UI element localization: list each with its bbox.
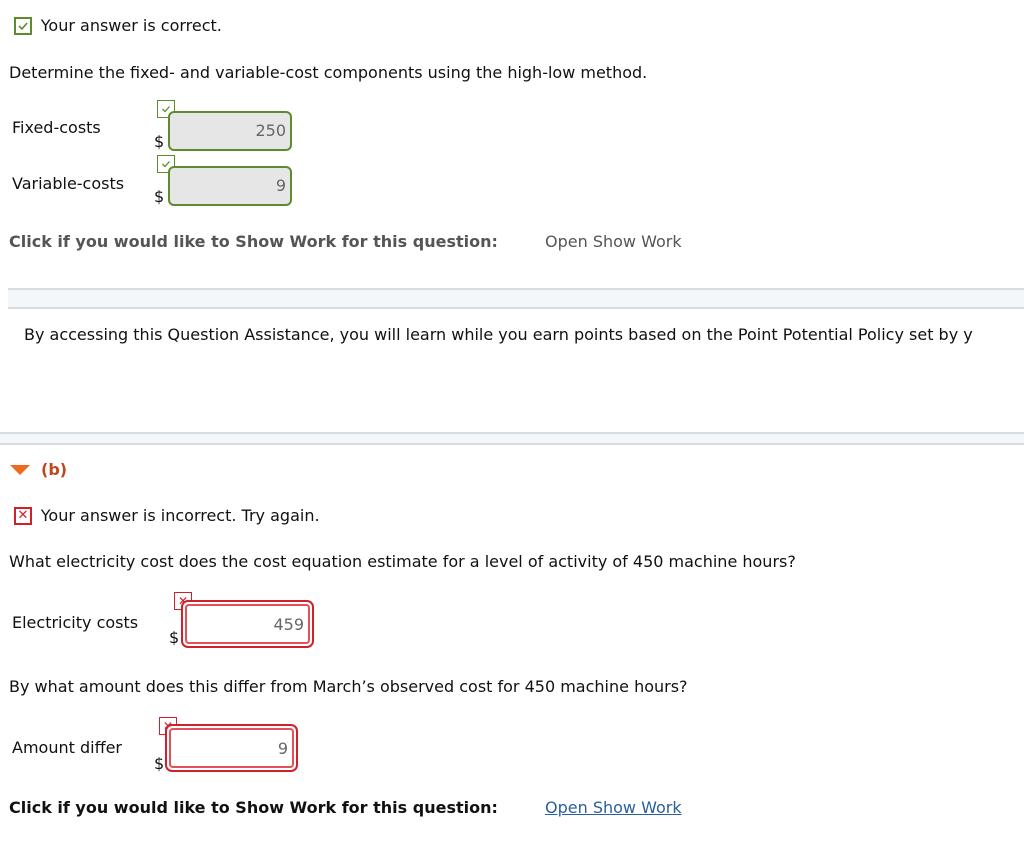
assistance-bar <box>8 288 1024 309</box>
variable-costs-label: Variable-costs <box>12 174 125 193</box>
amount-differ-input[interactable]: 9 <box>169 728 294 768</box>
electricity-costs-field: 459 <box>181 600 314 648</box>
variable-costs-input[interactable]: 9 <box>168 166 292 206</box>
question-text-b1: What electricity cost does the cost equa… <box>9 552 796 571</box>
show-work-prompt-b: Click if you would like to Show Work for… <box>9 798 498 817</box>
electricity-costs-label: Electricity costs <box>12 613 139 632</box>
correct-status-text: Your answer is correct. <box>40 16 222 35</box>
check-icon <box>14 16 32 35</box>
fixed-costs-label: Fixed-costs <box>12 118 101 137</box>
currency-symbol: $ <box>154 187 165 206</box>
amount-differ-field: 9 <box>165 724 298 772</box>
open-show-work-link-a[interactable]: Open Show Work <box>545 232 682 251</box>
collapse-triangle-icon <box>10 464 30 475</box>
electricity-costs-input[interactable]: 459 <box>185 604 310 644</box>
assistance-text: By accessing this Question Assistance, y… <box>24 325 973 344</box>
fixed-costs-input[interactable]: 250 <box>168 111 292 151</box>
part-b-label: (b) <box>41 460 68 479</box>
currency-symbol: $ <box>154 754 165 773</box>
currency-symbol: $ <box>169 628 180 647</box>
question-text-a: Determine the fixed- and variable-cost c… <box>9 63 648 82</box>
show-work-prompt-a: Click if you would like to Show Work for… <box>9 232 498 251</box>
amount-differ-label: Amount differ <box>12 738 123 757</box>
open-show-work-link-b[interactable]: Open Show Work <box>545 798 682 817</box>
x-icon: ✕ <box>14 506 32 525</box>
question-text-b2: By what amount does this differ from Mar… <box>9 677 688 696</box>
part-b-header[interactable]: (b) <box>9 460 67 479</box>
correct-status: Your answer is correct. <box>14 16 222 35</box>
incorrect-status: ✕ Your answer is incorrect. Try again. <box>14 506 320 525</box>
section-divider <box>0 432 1024 445</box>
incorrect-status-text: Your answer is incorrect. Try again. <box>40 506 320 525</box>
currency-symbol: $ <box>154 132 165 151</box>
